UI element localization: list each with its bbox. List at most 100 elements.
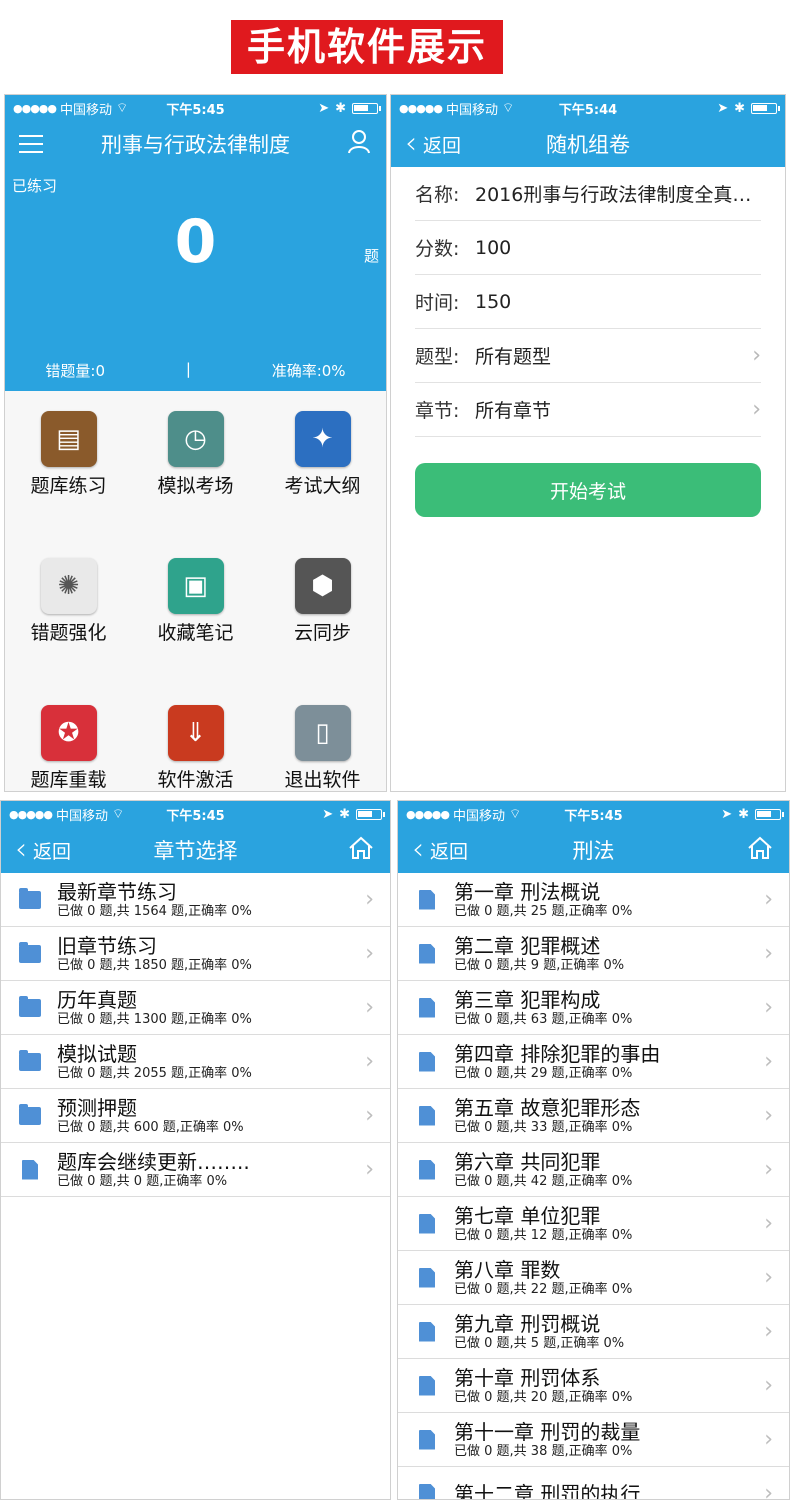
- list-item[interactable]: 模拟试题 已做 0 题,共 2055 题,正确率 0% ›: [1, 1035, 390, 1089]
- field-label: 时间:: [415, 292, 460, 314]
- field-label: 题型:: [415, 346, 460, 368]
- field-value: 100: [475, 236, 512, 259]
- list-item[interactable]: 第五章 故意犯罪形态 已做 0 题,共 33 题,正确率 0% ›: [398, 1089, 789, 1143]
- document-icon: [419, 1159, 435, 1180]
- banner-area: 手机软件展示: [0, 0, 790, 92]
- list-item[interactable]: 第八章 罪数 已做 0 题,共 22 题,正确率 0% ›: [398, 1251, 789, 1305]
- list-item[interactable]: 第三章 犯罪构成 已做 0 题,共 63 题,正确率 0% ›: [398, 981, 789, 1035]
- nav-bar: 刑事与行政法律制度: [5, 121, 386, 167]
- battery-icon: [751, 102, 780, 114]
- item-text: 预测押题 已做 0 题,共 600 题,正确率 0%: [57, 1096, 390, 1136]
- feature-tile[interactable]: ▤ 题库练习: [5, 401, 132, 548]
- feature-tile[interactable]: ⬢ 云同步: [259, 548, 386, 695]
- bluetooth-icon: ✱: [339, 806, 350, 822]
- phone-criminal-law: ●●●●● 中国移动 ⌔ 下午5:45 ➤ ✱ ‹ 返回 刑法 第一章 刑法概说 已做 0…: [397, 800, 790, 1500]
- folder-icon: [19, 1049, 41, 1071]
- form-row[interactable]: 章节: 所有章节 ›: [415, 383, 761, 437]
- chevron-right-icon: ›: [764, 1265, 773, 1290]
- item-progress: 已做 0 题,共 0 题,正确率 0%: [57, 1173, 228, 1189]
- cubes-icon: ⬢: [294, 558, 351, 614]
- battery-icon: [356, 808, 385, 820]
- exam-form: 名称: 2016刑事与行政法律制度全真… 分数: 100 时间: 150 题型: 所有题型 › 章…: [391, 167, 785, 437]
- item-progress: 已做 0 题,共 33 题,正确率 0%: [454, 1119, 633, 1135]
- document-icon: [419, 1213, 435, 1234]
- start-exam-button[interactable]: 开始考试: [415, 463, 761, 517]
- feature-grid: ▤ 题库练习 ◷ 模拟考场 ✦ 考试大纲 ✺ 错题强化 ▣ 收藏笔记 ⬢ 云同步 ✪ 题库重载 ⇓ 软件激活 ▯…: [5, 391, 386, 791]
- item-title: 历年真题: [57, 987, 137, 1012]
- feature-tile[interactable]: ◷ 模拟考场: [132, 401, 259, 548]
- list-item[interactable]: 历年真题 已做 0 题,共 1300 题,正确率 0% ›: [1, 981, 390, 1035]
- item-progress: 已做 0 题,共 12 题,正确率 0%: [454, 1227, 633, 1243]
- feature-label: 退出软件: [284, 769, 361, 791]
- list-item[interactable]: 第十一章 刑罚的裁量 已做 0 题,共 38 题,正确率 0% ›: [398, 1413, 789, 1467]
- item-title: 第八章 罪数: [454, 1257, 561, 1282]
- feature-label: 模拟考场: [157, 475, 234, 497]
- feature-tile[interactable]: ✦ 考试大纲: [259, 401, 386, 548]
- menu-button[interactable]: [5, 134, 43, 154]
- feature-tile[interactable]: ⇓ 软件激活: [132, 695, 259, 791]
- user-button[interactable]: [348, 130, 386, 158]
- chevron-left-icon: ‹: [405, 126, 417, 161]
- chevron-right-icon: ›: [365, 1157, 374, 1182]
- list-item[interactable]: 第十二章 刑罚的执行 ›: [398, 1467, 789, 1499]
- field-value: 所有章节: [475, 400, 552, 422]
- form-row[interactable]: 题型: 所有题型 ›: [415, 329, 761, 383]
- item-text: 第七章 单位犯罪 已做 0 题,共 12 题,正确率 0%: [454, 1204, 789, 1244]
- back-button[interactable]: ‹ 返回: [391, 126, 462, 161]
- chevron-left-icon: ‹: [412, 832, 424, 867]
- nav-bar: ‹ 返回 随机组卷: [391, 121, 785, 167]
- item-text: 第五章 故意犯罪形态 已做 0 题,共 33 题,正确率 0%: [454, 1096, 789, 1136]
- chevron-right-icon: ›: [365, 995, 374, 1020]
- feature-label: 错题强化: [30, 622, 107, 644]
- feature-tile[interactable]: ▯ 退出软件: [259, 695, 386, 791]
- list-item[interactable]: 第二章 犯罪概述 已做 0 题,共 9 题,正确率 0% ›: [398, 927, 789, 981]
- item-progress: 已做 0 题,共 1564 题,正确率 0%: [57, 903, 252, 919]
- item-text: 第三章 犯罪构成 已做 0 题,共 63 题,正确率 0%: [454, 988, 789, 1028]
- form-row[interactable]: 名称: 2016刑事与行政法律制度全真…: [415, 167, 761, 221]
- item-title: 第七章 单位犯罪: [454, 1203, 601, 1228]
- list-item[interactable]: 第十章 刑罚体系 已做 0 题,共 20 题,正确率 0% ›: [398, 1359, 789, 1413]
- banner-title: 手机软件展示: [231, 20, 503, 74]
- feature-tile[interactable]: ▣ 收藏笔记: [132, 548, 259, 695]
- document-icon: [22, 1159, 38, 1180]
- page-title: 刑事与行政法律制度: [101, 133, 290, 157]
- item-text: 第一章 刑法概说 已做 0 题,共 25 题,正确率 0%: [454, 880, 789, 920]
- feature-tile[interactable]: ✺ 错题强化: [5, 548, 132, 695]
- feature-label: 题库练习: [30, 475, 107, 497]
- item-text: 第十章 刑罚体系 已做 0 题,共 20 题,正确率 0%: [454, 1366, 789, 1406]
- feature-label: 云同步: [293, 622, 351, 644]
- back-label: 返回: [33, 840, 72, 863]
- form-row[interactable]: 时间: 150: [415, 275, 761, 329]
- status-bar: ●●●●● 中国移动 ⌔ 下午5:45 ➤ ✱: [5, 95, 386, 121]
- home-button[interactable]: [747, 836, 789, 864]
- list-item[interactable]: 第一章 刑法概说 已做 0 题,共 25 题,正确率 0% ›: [398, 873, 789, 927]
- list-item[interactable]: 第四章 排除犯罪的事由 已做 0 题,共 29 题,正确率 0% ›: [398, 1035, 789, 1089]
- feature-tile[interactable]: ✪ 题库重载: [5, 695, 132, 791]
- home-icon: [748, 836, 772, 859]
- home-button[interactable]: [348, 836, 390, 864]
- chevron-right-icon: ›: [365, 1103, 374, 1128]
- item-text: 第四章 排除犯罪的事由 已做 0 题,共 29 题,正确率 0%: [454, 1042, 789, 1082]
- list-item[interactable]: 第七章 单位犯罪 已做 0 题,共 12 题,正确率 0% ›: [398, 1197, 789, 1251]
- back-label: 返回: [423, 134, 462, 157]
- sun-icon: ✺: [40, 558, 97, 614]
- list-item[interactable]: 第六章 共同犯罪 已做 0 题,共 42 题,正确率 0% ›: [398, 1143, 789, 1197]
- nav-bar: ‹ 返回 章节选择: [1, 827, 390, 873]
- stats-row: 错题量:0 | 准确率:0%: [5, 360, 386, 381]
- home-icon: [349, 836, 373, 859]
- list-item[interactable]: 最新章节练习 已做 0 题,共 1564 题,正确率 0% ›: [1, 873, 390, 927]
- back-button[interactable]: ‹ 返回: [398, 832, 468, 867]
- feature-label: 题库重载: [30, 769, 107, 791]
- list-item[interactable]: 题库会继续更新…….. 已做 0 题,共 0 题,正确率 0% ›: [1, 1143, 390, 1197]
- form-row[interactable]: 分数: 100: [415, 221, 761, 275]
- item-progress: 已做 0 题,共 25 题,正确率 0%: [454, 903, 633, 919]
- list-item[interactable]: 第九章 刑罚概说 已做 0 题,共 5 题,正确率 0% ›: [398, 1305, 789, 1359]
- item-text: 第六章 共同犯罪 已做 0 题,共 42 题,正确率 0%: [454, 1150, 789, 1190]
- list-item[interactable]: 旧章节练习 已做 0 题,共 1850 题,正确率 0% ›: [1, 927, 390, 981]
- document-icon: [419, 1105, 435, 1126]
- battery-icon: [755, 808, 784, 820]
- location-icon: ➤: [322, 806, 334, 822]
- back-button[interactable]: ‹ 返回: [1, 835, 72, 865]
- list-item[interactable]: 预测押题 已做 0 题,共 600 题,正确率 0% ›: [1, 1089, 390, 1143]
- field-value: 150: [475, 290, 512, 313]
